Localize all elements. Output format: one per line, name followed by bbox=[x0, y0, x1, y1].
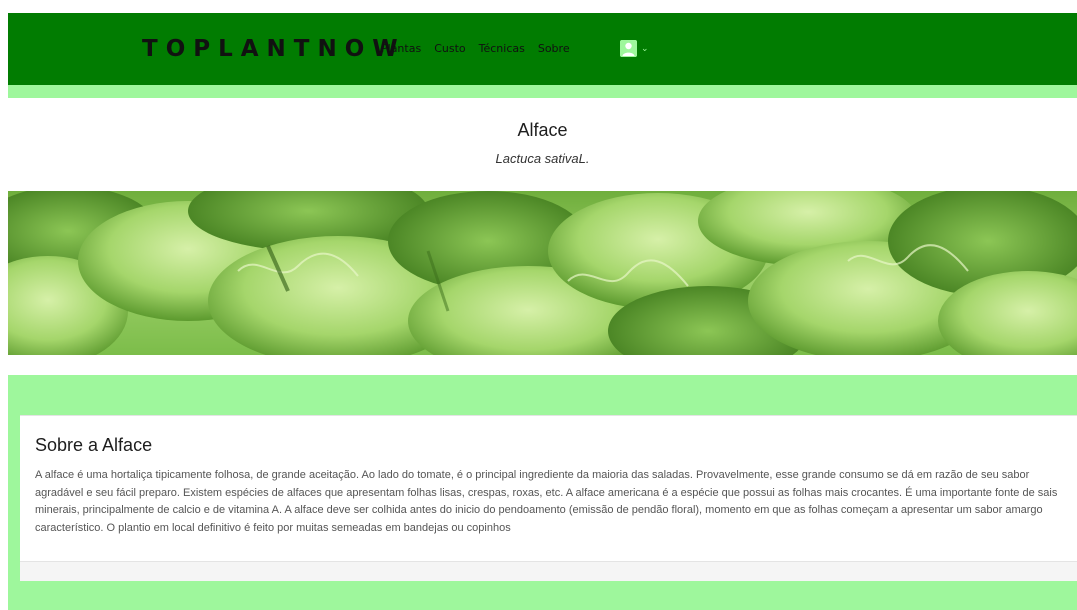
brand-logo[interactable]: TOPLANTNOW bbox=[142, 35, 406, 63]
nav-link-plantas[interactable]: Plantas bbox=[381, 41, 421, 57]
nav-link-sobre[interactable]: Sobre bbox=[538, 41, 570, 57]
nav-link-tecnicas[interactable]: Técnicas bbox=[479, 41, 525, 57]
page-frame: TOPLANTNOW Plantas Custo Técnicas Sobre … bbox=[8, 13, 1077, 610]
plant-scientific-name: Lactuca sativaL. bbox=[495, 151, 590, 166]
nav-link-custo[interactable]: Custo bbox=[434, 41, 465, 57]
plant-name-heading: Alface bbox=[517, 120, 568, 140]
user-menu-toggle[interactable]: ⌄ bbox=[620, 37, 649, 59]
about-description: A alface é uma hortaliça tipicamente fol… bbox=[35, 469, 1058, 534]
user-icon bbox=[620, 39, 637, 57]
plant-title-panel: Alface Lactuca sativaL. bbox=[8, 98, 1077, 191]
hero-divider bbox=[8, 355, 1077, 375]
lettuce-hero-image bbox=[8, 191, 1077, 355]
top-navbar: TOPLANTNOW Plantas Custo Técnicas Sobre … bbox=[8, 13, 1077, 85]
about-title: Sobre a Alface bbox=[35, 435, 153, 455]
lettuce-leaves-photo bbox=[8, 191, 1077, 355]
chevron-down-icon: ⌄ bbox=[641, 43, 649, 53]
about-card: Sobre a Alface A alface é uma hortaliça … bbox=[20, 415, 1077, 581]
nav-links: Plantas Custo Técnicas Sobre bbox=[381, 41, 570, 57]
about-card-footer bbox=[20, 561, 1077, 581]
